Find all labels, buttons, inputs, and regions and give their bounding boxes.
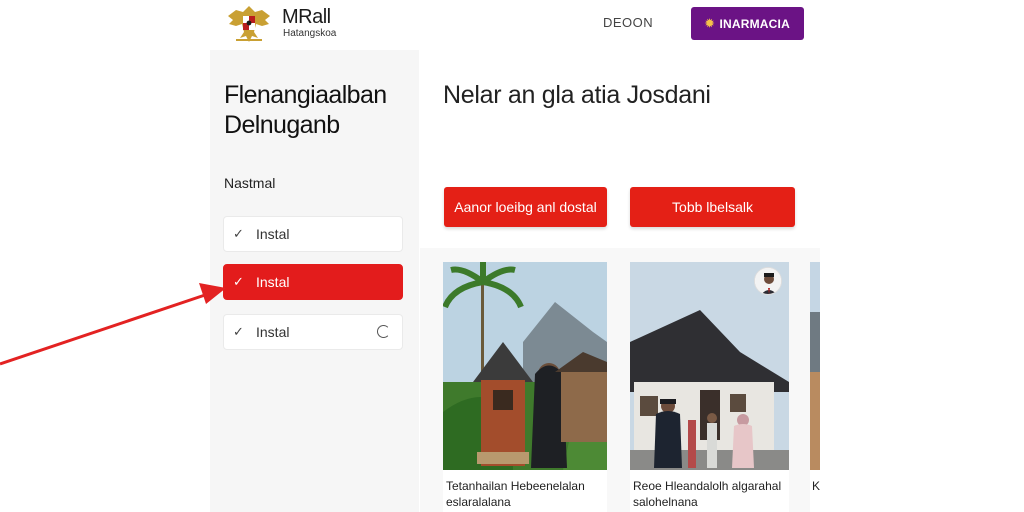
secondary-action-button[interactable]: Tobb lbelsalk	[630, 187, 795, 227]
card-photo-village-tower	[443, 262, 607, 470]
primary-action-button[interactable]: Aanor loeibg anl dostal	[444, 187, 607, 227]
emblem-logo	[228, 6, 270, 42]
refresh-icon[interactable]	[377, 325, 390, 338]
check-icon: ✓	[233, 274, 244, 289]
sidebar-item-label: Instal	[256, 274, 290, 290]
sidebar-section-label: Nastmal	[224, 175, 276, 191]
sidebar-item-label: Instal	[256, 324, 290, 340]
app-subtitle: Hatangskoa	[283, 28, 337, 39]
card-caption: Tetanhailan Hebeenelalan eslaralalana	[446, 479, 585, 509]
check-icon: ✓	[233, 324, 244, 339]
photo-card[interactable]: Reoe Hleandalolh algarahal salohelnana	[630, 262, 789, 512]
sidebar-item-label: Instal	[256, 226, 290, 242]
card-caption: Reoe Hleandalolh algarahal salohelnana	[633, 479, 782, 509]
card-caption: K	[812, 479, 821, 493]
top-header: MRall Hatangskoa DEOON ✹ INARMACIA	[210, 0, 820, 50]
sidebar-title: Flenangiaalban Delnuganb	[224, 81, 387, 139]
photo-card[interactable]: K	[810, 262, 820, 512]
header-nav-link[interactable]: DEOON	[603, 15, 653, 30]
app-title: MRall	[282, 6, 331, 28]
sidebar-item-instal-2[interactable]: ✓ Instal	[223, 264, 403, 300]
star-icon: ✹	[705, 18, 715, 30]
header-cta-label: INARMACIA	[719, 16, 790, 31]
card-photo-partial	[810, 262, 820, 470]
sidebar: Flenangiaalban Delnuganb Nastmal ✓ Insta…	[210, 50, 419, 512]
main-content: Nelar an gla atia Josdani Aanor loeibg a…	[420, 50, 820, 512]
header-cta-button[interactable]: ✹ INARMACIA	[691, 7, 804, 40]
check-icon: ✓	[233, 226, 244, 241]
page-title: Nelar an gla atia Josdani	[443, 81, 711, 109]
sidebar-item-instal-3[interactable]: ✓ Instal	[223, 314, 403, 350]
sidebar-item-instal-1[interactable]: ✓ Instal	[223, 216, 403, 252]
avatar[interactable]	[754, 267, 782, 295]
photo-card[interactable]: Tetanhailan Hebeenelalan eslaralalana	[443, 262, 607, 512]
